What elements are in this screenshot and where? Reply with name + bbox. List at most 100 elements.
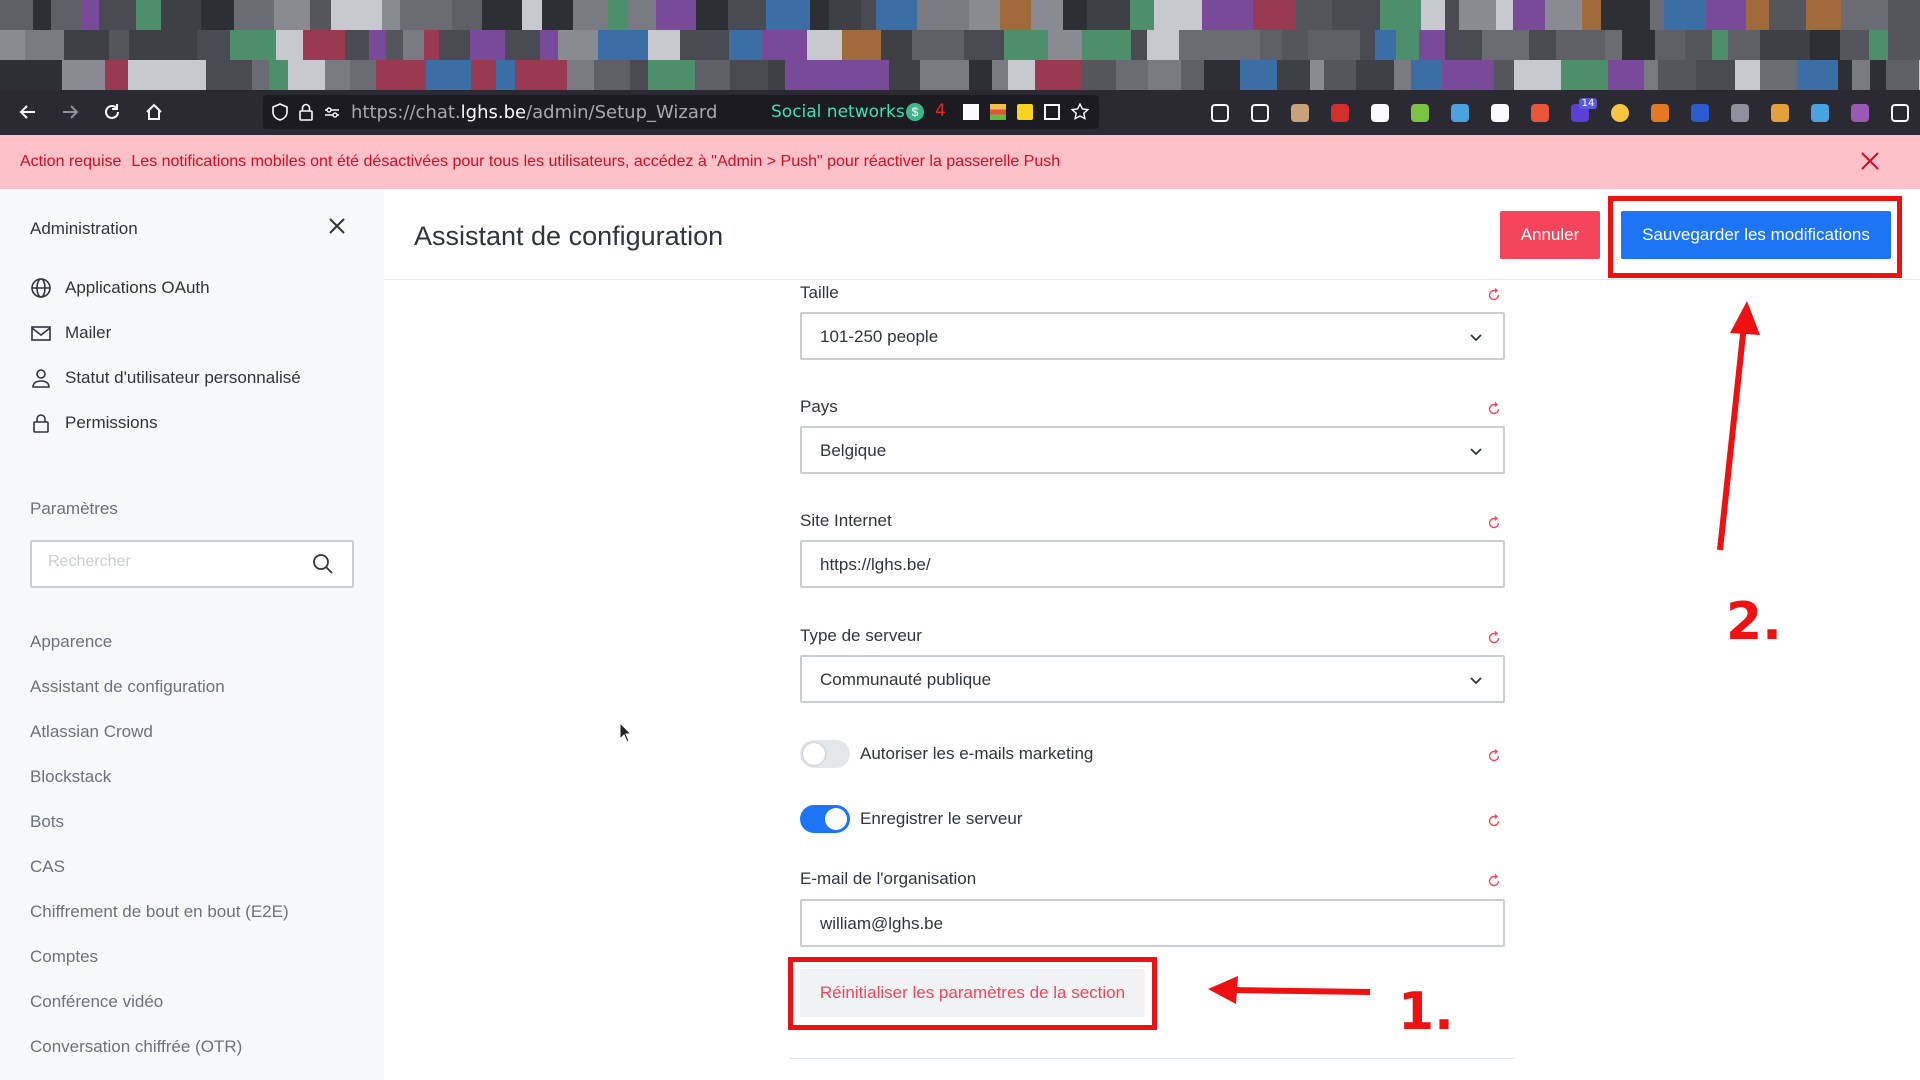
back-icon[interactable] [12, 96, 44, 128]
social-networks-label[interactable]: Social networks [771, 102, 905, 122]
emoji-icon[interactable] [1600, 90, 1640, 135]
pixel-block [1253, 0, 1296, 30]
pixel-block [1888, 0, 1920, 30]
reader-icon[interactable] [1720, 90, 1760, 135]
addon-icon[interactable] [1760, 90, 1800, 135]
addon-icon [1531, 103, 1549, 122]
pixel-block [1130, 0, 1154, 30]
settings-link-accounts[interactable]: Comptes [30, 947, 98, 967]
settings-link-appearance[interactable]: Apparence [30, 632, 112, 652]
addon-icon[interactable] [1520, 90, 1560, 135]
pixel-block [129, 30, 167, 60]
pixel-block [730, 60, 768, 90]
forward-icon[interactable] [54, 96, 86, 128]
addon-icon[interactable] [1680, 90, 1720, 135]
ublock-icon[interactable] [1320, 90, 1360, 135]
lock-icon[interactable] [297, 103, 315, 121]
search-icon[interactable] [312, 553, 334, 575]
reset-icon[interactable] [1487, 749, 1501, 763]
grid-icon[interactable] [1480, 90, 1520, 135]
pixel-block [1852, 60, 1870, 90]
settings-link-bots[interactable]: Bots [30, 812, 64, 832]
settings-link-atlassian[interactable]: Atlassian Crowd [30, 722, 153, 742]
star-icon[interactable] [1071, 103, 1089, 121]
dollar-icon[interactable]: $ [906, 103, 924, 121]
reset-icon[interactable] [1487, 874, 1501, 888]
addon-icon[interactable] [1400, 90, 1440, 135]
addon-icon[interactable]: 14 [1560, 90, 1600, 135]
email-input[interactable]: william@lghs.be [800, 899, 1505, 947]
size-select[interactable]: 101-250 people [800, 312, 1505, 360]
close-icon[interactable] [1858, 149, 1882, 173]
translate-icon[interactable] [1044, 104, 1060, 120]
cancel-button[interactable]: Annuler [1500, 211, 1600, 259]
cube-icon[interactable] [1840, 90, 1880, 135]
register-server-toggle[interactable] [800, 805, 850, 833]
select-value: Belgique [820, 441, 887, 460]
home-icon[interactable] [138, 96, 170, 128]
reset-icon[interactable] [1487, 402, 1501, 416]
qr-icon[interactable] [963, 104, 979, 120]
sidebar-item-permissions[interactable]: Permissions [30, 412, 158, 434]
pixel-block [1582, 0, 1601, 30]
extension-badge: 14 [1578, 98, 1598, 109]
address-bar[interactable]: https://chat.lghs.be/admin/Setup_Wizard … [263, 95, 1099, 129]
reset-icon[interactable] [1487, 288, 1501, 302]
settings-link-blockstack[interactable]: Blockstack [30, 767, 111, 787]
pixel-block [573, 0, 608, 30]
pixel-block [1556, 30, 1605, 60]
pixel-block [269, 60, 288, 90]
pixel-block [1445, 0, 1459, 30]
settings-section-label: Paramètres [30, 499, 118, 518]
stack-icon[interactable] [990, 104, 1006, 120]
pixel-block [1181, 60, 1204, 90]
settings-link-setup-wizard[interactable]: Assistant de configuration [30, 677, 225, 697]
search-input[interactable] [48, 553, 298, 571]
shield-icon[interactable] [271, 103, 289, 121]
website-input[interactable]: https://lghs.be/ [800, 540, 1505, 588]
cookie-icon[interactable] [1360, 90, 1400, 135]
close-icon[interactable] [325, 214, 349, 238]
menu-icon[interactable] [1880, 90, 1920, 135]
reset-icon[interactable] [1487, 814, 1501, 828]
highlight-box-reset [788, 957, 1157, 1030]
settings-link-otr[interactable]: Conversation chiffrée (OTR) [30, 1037, 242, 1057]
pixel-block [1147, 30, 1179, 60]
pixel-block [1082, 30, 1131, 60]
permissions-icon[interactable] [323, 103, 341, 121]
field-label-website: Site Internet [800, 511, 892, 530]
pixel-block [1869, 30, 1888, 60]
unlock-icon[interactable] [1017, 104, 1033, 120]
server-type-select[interactable]: Communauté publique [800, 655, 1505, 703]
sidebar-item-user-status[interactable]: Statut d'utilisateur personnalisé [30, 367, 301, 389]
download-icon[interactable] [1200, 90, 1240, 135]
reset-icon[interactable] [1487, 516, 1501, 530]
marketing-toggle[interactable] [800, 740, 850, 768]
library-icon[interactable] [1240, 90, 1280, 135]
pixel-block [889, 60, 920, 90]
pixel-block [1838, 60, 1852, 90]
reload-icon[interactable] [96, 96, 128, 128]
pixel-block [656, 0, 673, 30]
addon-icon [1291, 103, 1309, 122]
addon-icon[interactable] [1440, 90, 1480, 135]
reset-icon[interactable] [1487, 631, 1501, 645]
pixel-block [762, 30, 807, 60]
sidebar-item-mailer[interactable]: Mailer [30, 322, 111, 344]
alert-banner: Action requise Les notifications mobiles… [0, 135, 1920, 189]
pixel-block [350, 60, 376, 90]
sidebar-item-oauth[interactable]: Applications OAuth [30, 277, 210, 299]
metamask-icon[interactable] [1640, 90, 1680, 135]
country-select[interactable]: Belgique [800, 426, 1505, 474]
settings-link-cas[interactable]: CAS [30, 857, 65, 877]
browser-tab-strip [0, 0, 1920, 90]
pixel-block [920, 60, 969, 90]
settings-search[interactable] [30, 540, 354, 588]
pixel-block [177, 60, 206, 90]
settings-link-e2e[interactable]: Chiffrement de bout en bout (E2E) [30, 902, 289, 922]
addon-icon[interactable] [1280, 90, 1320, 135]
settings-link-video[interactable]: Conférence vidéo [30, 992, 163, 1012]
pixel-block [35, 60, 62, 90]
addon-icon[interactable] [1800, 90, 1840, 135]
pixel-block [1000, 0, 1031, 30]
